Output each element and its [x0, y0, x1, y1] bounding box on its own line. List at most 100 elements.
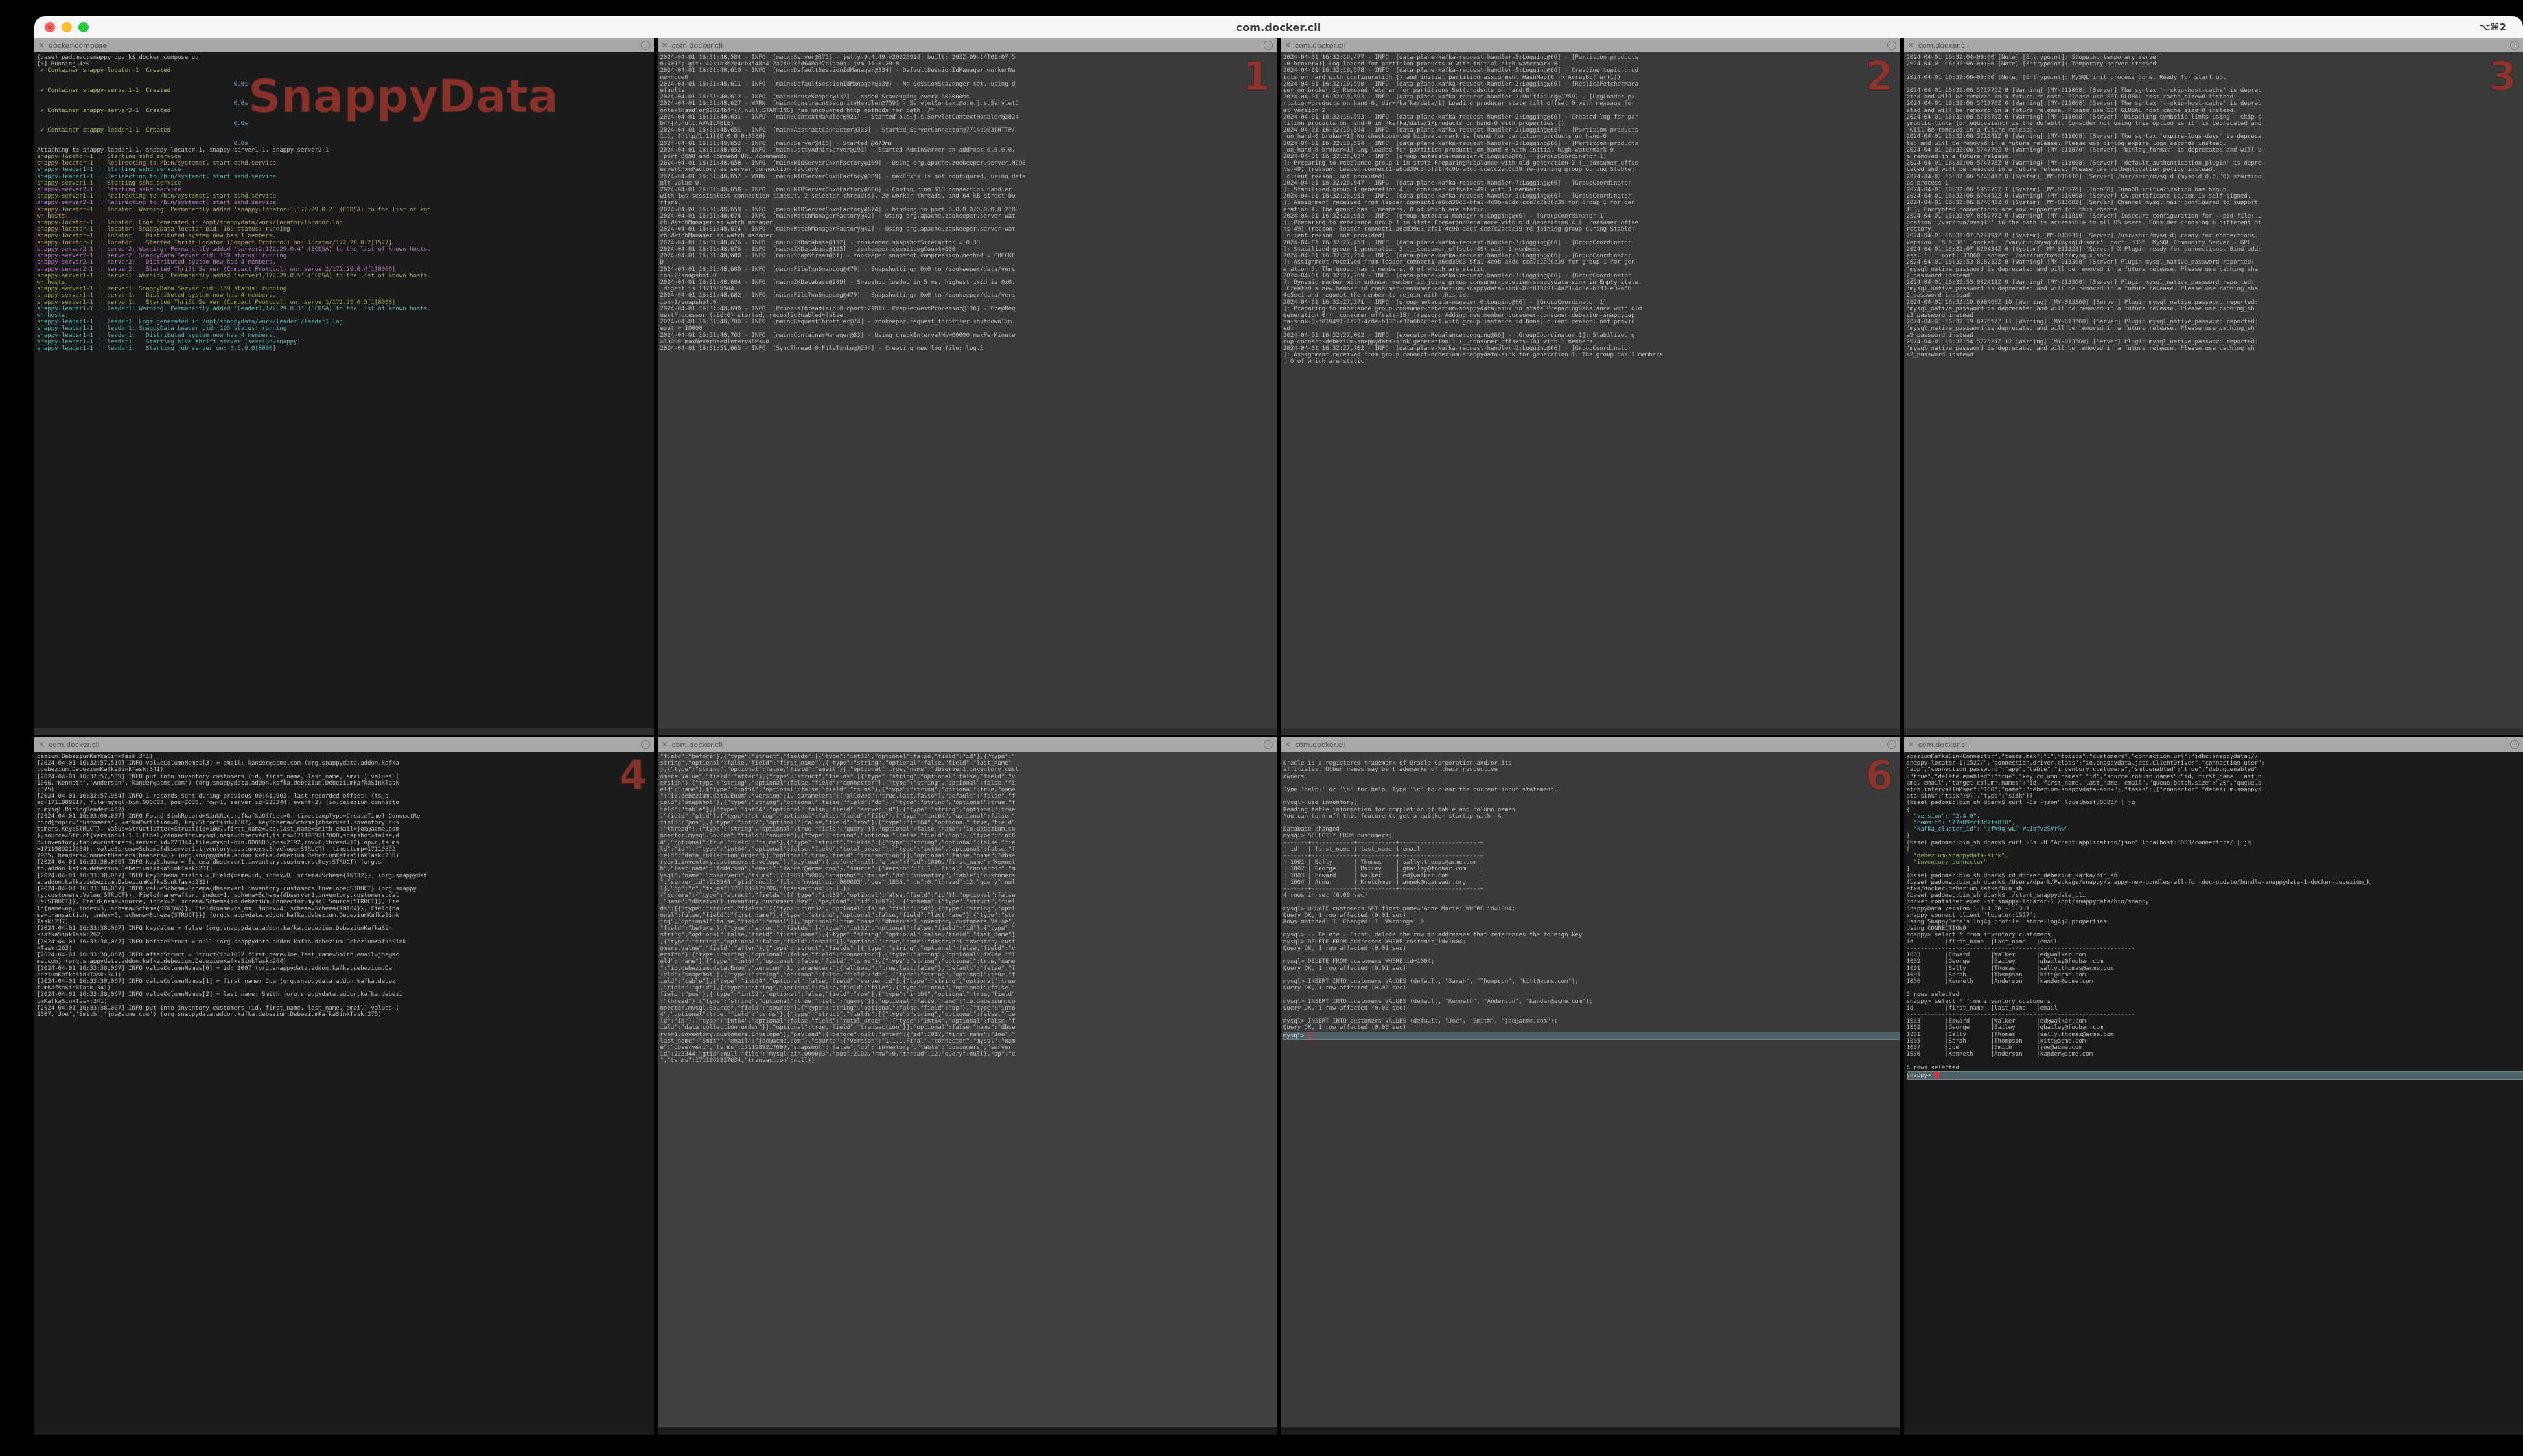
terminal-line: to.addon.kafka.debezium.DebeziumKafkaSin… — [37, 866, 654, 872]
terminal-line: ,{"type":"string","optional":false,"fiel… — [660, 939, 1277, 945]
prompt-label: snappy> — [1907, 1072, 1935, 1079]
terminal-output[interactable]: Oracle is a registered trademark of Orac… — [1281, 752, 1900, 1427]
terminal-line: ated and will be removed in a future rel… — [1907, 94, 2523, 100]
terminal-line: h","last_name":"Anderson","email":"kande… — [660, 866, 1277, 872]
close-pane-icon[interactable]: ✕ — [662, 741, 668, 748]
pane-menu-icon[interactable]: ⋯ — [641, 41, 650, 50]
pane-menu-icon[interactable]: ⋯ — [1887, 41, 1896, 50]
terminal-line: 0.0s — [37, 100, 654, 107]
terminal-line: [2024-04-01 16:33:38,067] INFO valueColu… — [37, 991, 654, 998]
terminal-line: rver1.inventory.customers.Envelope"},"pa… — [660, 859, 1277, 866]
terminal-line: snappy-server2-1 | server2: SnappyData S… — [37, 253, 654, 259]
terminal-line: 2024-04-01 16:31:48,680 - INFO [main:Fil… — [660, 266, 1277, 273]
terminal-line: nnector.mysql.Source","field":"source"},… — [660, 833, 1277, 839]
pane-footer — [1904, 1427, 2523, 1435]
terminal-line: 2024-04-01 16:31:48,674 - INFO [main:Wat… — [660, 213, 1277, 220]
terminal-line: 2024-04-01 16:32:19,594 - INFO [data-pla… — [1283, 127, 1900, 133]
terminal-line: snappy-leader1-1 | leader1: Distributed … — [37, 332, 654, 339]
terminal-output[interactable]: 2024-04-01 16:32:19,477 - INFO [data-pla… — [1281, 52, 1900, 728]
terminal-line: ield":"data_collection_order"}],"optiona… — [660, 1024, 1277, 1031]
terminal-output[interactable]: 2024-04-01 16:31:48,584 - INFO [main:Ser… — [658, 52, 1277, 728]
terminal-line: eration 5. The group has 1 members, 0 of… — [1283, 266, 1900, 273]
command-prompt[interactable]: snappy> — [1907, 1071, 2523, 1080]
terminal-line: 1002 |George |Bailey |gbailey@foobar.com — [1907, 1024, 2523, 1031]
terminal-line: 6 rows selected — [1907, 1065, 2523, 1071]
terminal-output[interactable]: (base) padomac:snappy dpark$ docker comp… — [34, 52, 654, 728]
pane-menu-icon[interactable]: ⋯ — [641, 740, 650, 749]
terminal-line: 2024-04-01 16:32:06.571841Z 0 [Warning] … — [1907, 133, 2523, 140]
terminal-line: snappy> select * from inventory.customer… — [1907, 932, 2523, 938]
terminal-line: 2024-04-01 16:32:19,593 - INFO [data-pla… — [1283, 114, 1900, 121]
close-pane-icon[interactable]: ✕ — [662, 41, 668, 49]
terminal-line: 1005 |Sarah |Thompson |kitt@acme.com — [1907, 972, 2523, 978]
terminal-line: ersion"},{"type":"string","optional":fal… — [660, 952, 1277, 958]
close-pane-icon[interactable]: ✕ — [1908, 41, 1914, 49]
terminal-line: mysql> INSERT INTO customers VALUES (def… — [1283, 978, 1900, 985]
prompt-label: mysql> — [1283, 1033, 1308, 1039]
terminal-line: client reason: not provided) — [1283, 174, 1900, 180]
terminal-line: ✔ Container snappy-locator-1 Created — [37, 67, 654, 74]
terminal-line: ing","optional":false,"field":"email"}],… — [660, 919, 1277, 925]
terminal-line: string","optional":false,"field":"first_… — [660, 932, 1277, 938]
terminal-line: 2024-04-01 16:32:19.698466Z 10 [Warning]… — [1907, 299, 2523, 306]
snappydata-shell-pane[interactable]: ✕com.docker.cli⋯ebeziumKafkaSinkConnecto… — [1904, 737, 2523, 1435]
pane-menu-icon[interactable]: ⋯ — [2510, 41, 2519, 50]
debezium-connector-log-pane[interactable]: ✕com.docker.cli⋯bezium.DebeziumKafkaSink… — [34, 737, 654, 1435]
terminal-line: 2024-04-01 16:32:27,271 - INFO [group-me… — [1283, 299, 1900, 306]
terminal-line: 2024-04-01 16:32:06+00:00 [Note] [Entryp… — [1907, 75, 2523, 81]
terminal-output[interactable]: "field":"before"},{"type":"struct","fiel… — [658, 752, 1277, 1427]
terminal-line — [37, 133, 654, 140]
docker-compose-pane[interactable]: ✕ docker-compose ⋯ (base) padomac:snappy dp… — [34, 38, 654, 735]
pane-menu-icon[interactable]: ⋯ — [1264, 41, 1273, 50]
debezium-schema-json-pane[interactable]: ✕com.docker.cli⋯"field":"before"},{"type… — [658, 737, 1277, 1435]
terminal-line: mysql> INSERT INTO customers VALUES (def… — [1283, 1018, 1900, 1024]
mysql-client-pane[interactable]: ✕com.docker.cli⋯ Oracle is a registered … — [1281, 737, 1900, 1435]
terminal-line: ,"field":"gtid"},{"type":"string","optio… — [660, 813, 1277, 820]
terminal-line: 'mysql_native_password is deprecated and… — [1907, 266, 2523, 273]
terminal-output[interactable]: bezium.DebeziumKafkaSinkTask:341)[2024-0… — [34, 752, 654, 1427]
terminal-line: wn hosts. — [37, 213, 654, 220]
terminal-output[interactable]: ebeziumKafkaSinkConnector","tasks.max":"… — [1904, 752, 2523, 1427]
terminal-line: afka/docker-debezium_kafka/bin_sh — [1907, 886, 2523, 892]
terminal-line: 2024-04-01 16:32:06.571778Z 0 [Warning] … — [1907, 100, 2523, 107]
terminal-line: (base) padomac:bin_sh dpark$ curl -Ss -j… — [1907, 800, 2523, 806]
pane-title: docker-compose — [49, 41, 107, 50]
window-shortcut-badge: ⌥⌘2 — [2479, 21, 2506, 33]
terminal-line: ld{name=op, index=3, schema=Schema{STRIN… — [37, 906, 654, 912]
terminal-line: 0.0s — [37, 121, 654, 127]
pane-menu-icon[interactable]: ⋯ — [2510, 740, 2519, 749]
kafka-connect-log-pane[interactable]: ✕com.docker.cli⋯2024-04-01 16:31:48,584 … — [658, 38, 1277, 735]
close-pane-icon[interactable]: ✕ — [38, 741, 45, 748]
terminal-line: | 1003 | Edward | Walker | ed@walker.com… — [1283, 873, 1900, 879]
terminal-line: 2024-04-01 16:31:48,611 - INFO [main:Def… — [660, 81, 1277, 87]
terminal-line: [ — [1907, 846, 2523, 853]
terminal-line: 2024-04-01 16:32:07.829434Z 0 [System] [… — [1907, 246, 2523, 253]
pane-menu-icon[interactable]: ⋯ — [1264, 740, 1273, 749]
terminal-line: snappy-leader1-1 | Starting sshd service — [37, 167, 654, 173]
terminal-line: mysql> UPDATE customers SET first_name='… — [1283, 906, 1900, 912]
pane-menu-icon[interactable]: ⋯ — [1887, 740, 1896, 749]
terminal-line: 2024-04-01 16:32:06.574841Z 0 [System] [… — [1907, 174, 2523, 180]
terminal-line: Query OK, 1 row affected (0.00 sec) — [1283, 985, 1900, 991]
terminal-line: ds":[{"type":"struct","fields":[{"type":… — [660, 906, 1277, 912]
terminal-line: 0.0s — [37, 81, 654, 87]
close-pane-icon[interactable]: ✕ — [1285, 741, 1291, 748]
pane-header: ✕com.docker.cli⋯ — [1904, 38, 2523, 52]
terminal-output[interactable]: 2024-04-01 16:32:04+00:00 [Note] [Entryp… — [1904, 52, 2523, 728]
terminal-line — [1283, 1011, 1900, 1018]
terminal-line: 2024-04-01 16:32:26,947 - INFO [data-pla… — [1283, 180, 1900, 187]
terminal-line: snappy-locator-1 | Redirecting to /bin/s… — [37, 160, 654, 167]
terminal-line: me.com} (org.snappydata.addon.kafka.debe… — [37, 958, 654, 965]
terminal-line: 2024-04-01 16:31:48,703 - INFO [main:Con… — [660, 332, 1277, 339]
kafka-broker-log-pane[interactable]: ✕com.docker.cli⋯2024-04-01 16:32:19,477 … — [1281, 38, 1900, 735]
command-prompt[interactable]: mysql> — [1283, 1032, 1900, 1040]
mysql-server-log-pane[interactable]: ✕com.docker.cli⋯2024-04-01 16:32:04+00:0… — [1904, 38, 2523, 735]
terminal-line: Using SnappyData's log4j profile: store-… — [1907, 919, 2523, 925]
terminal-line: 1007,'Joe','Smith','joe@acme.com') (org.… — [37, 1011, 654, 1018]
close-pane-icon[interactable]: ✕ — [1908, 741, 1914, 748]
terminal-line: 2024-04-01 16:31:48,652 - INFO [main:Ser… — [660, 141, 1277, 147]
close-pane-icon[interactable]: ✕ — [38, 41, 45, 49]
terminal-line: "field":"before"},{"type":"struct","fiel… — [660, 925, 1277, 932]
close-pane-icon[interactable]: ✕ — [1285, 41, 1291, 49]
terminal-line: ----------------------------------------… — [1907, 945, 2523, 952]
